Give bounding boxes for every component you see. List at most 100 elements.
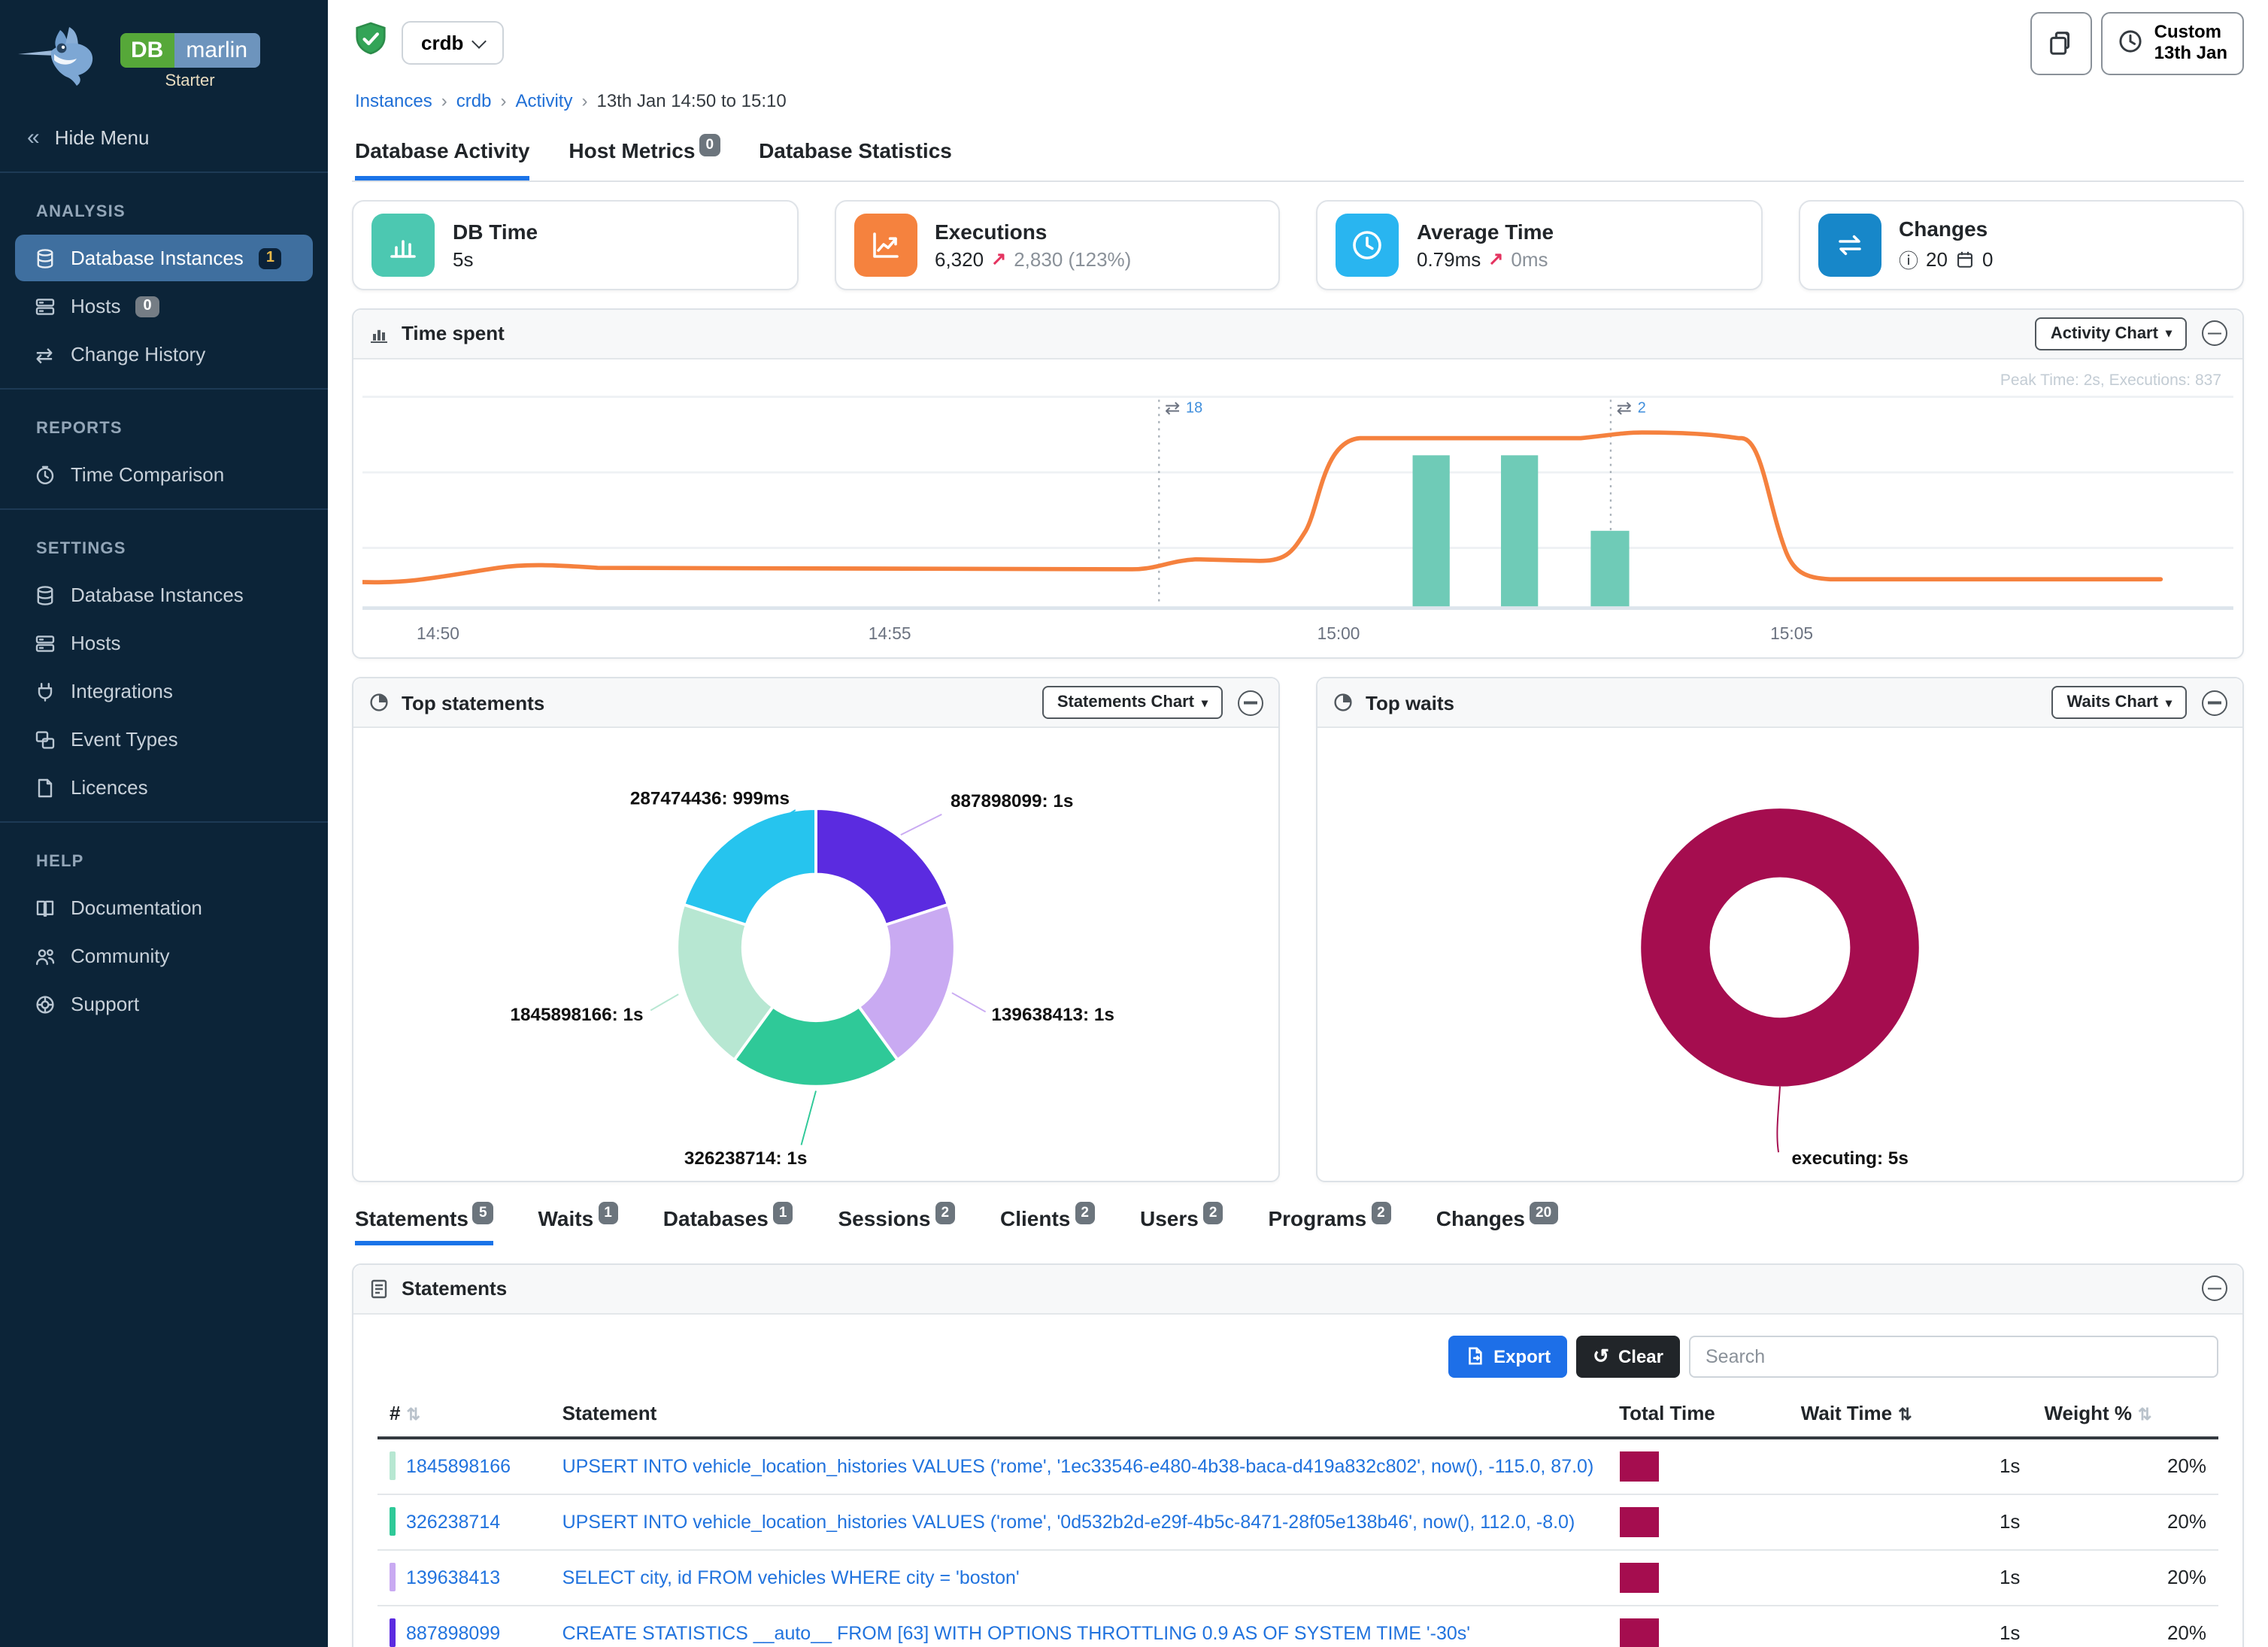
sidebar-section-analysis: ANALYSIS Database Instances 1 Hosts 0 ⇄ … — [0, 176, 328, 385]
sidebar-item-documentation[interactable]: Documentation — [15, 884, 313, 931]
card-title: Executions — [935, 219, 1131, 243]
statement-sql-link[interactable]: SELECT city, id FROM vehicles WHERE city… — [562, 1568, 1020, 1589]
breadcrumb-instances[interactable]: Instances — [355, 89, 432, 111]
collapse-panel-button[interactable] — [1238, 690, 1263, 715]
tab-users[interactable]: Users2 — [1140, 1206, 1223, 1245]
count-badge: 2 — [1075, 1202, 1095, 1224]
line-chart-icon — [854, 213, 917, 276]
executions-bar[interactable] — [1413, 455, 1450, 606]
count-badge: 2 — [935, 1202, 955, 1224]
waits-chart-selector[interactable]: Waits Chart ▾ — [2052, 686, 2187, 719]
sidebar-item-licences[interactable]: Licences — [15, 764, 313, 811]
sidebar-item-label: Database Instances — [71, 247, 244, 269]
sidebar-item-integrations[interactable]: Integrations — [15, 668, 313, 714]
statements-table: #⇅ Statement Total Time Wait Time⇅ Weigh… — [377, 1393, 2218, 1647]
statement-sql-link[interactable]: UPSERT INTO vehicle_location_histories V… — [562, 1512, 1575, 1533]
tab-statements[interactable]: Statements5 — [355, 1206, 493, 1245]
sidebar-item-label: Hosts — [71, 295, 120, 317]
collapse-panel-button[interactable] — [2202, 1276, 2227, 1302]
tab-database-statistics[interactable]: Database Statistics — [759, 129, 952, 180]
statement-sql-link[interactable]: CREATE STATISTICS __auto__ FROM [63] WIT… — [562, 1624, 1471, 1645]
statement-id-link[interactable]: 887898099 — [406, 1623, 500, 1644]
info-icon: ⓘ — [1899, 244, 1918, 273]
sidebar-item-label: Integrations — [71, 680, 173, 702]
sidebar-item-change-history[interactable]: ⇄ Change History — [15, 331, 313, 378]
wait-time-value: 1s — [1789, 1606, 2033, 1647]
breadcrumb-separator: › — [500, 89, 506, 111]
sidebar-item-time-comparison[interactable]: Time Comparison — [15, 451, 313, 498]
collapse-panel-button[interactable] — [2202, 690, 2227, 715]
sidebar-item-event-types[interactable]: Event Types — [15, 716, 313, 763]
column-header-statement[interactable]: Statement — [550, 1393, 1608, 1438]
sidebar-item-support[interactable]: Support — [15, 981, 313, 1027]
time-range-button[interactable]: Custom 13th Jan — [2102, 12, 2244, 74]
statements-chart-selector[interactable]: Statements Chart ▾ — [1042, 686, 1223, 719]
weight-value: 20% — [2032, 1550, 2218, 1606]
tab-databases[interactable]: Databases1 — [663, 1206, 793, 1245]
card-delta: 2,830 (123%) — [1014, 247, 1131, 270]
tab-sessions[interactable]: Sessions2 — [838, 1206, 955, 1245]
total-time-bar — [1619, 1618, 1658, 1647]
statements-donut-svg[interactable]: 287474436: 999ms 887898099: 1s 139638413… — [362, 731, 1269, 1170]
activity-chart-selector[interactable]: Activity Chart ▾ — [2036, 317, 2187, 350]
logo-marlin: marlin — [174, 33, 259, 68]
donut-slice-887898099[interactable] — [816, 808, 948, 925]
logo-db: DB — [120, 33, 174, 68]
svg-text:⇄2: ⇄2 — [1616, 398, 1645, 418]
column-header-wait-time[interactable]: Wait Time⇅ — [1789, 1393, 2033, 1438]
activity-chart-svg[interactable]: ⇄18 ⇄2 14:50 14:55 15:00 15:05 — [362, 365, 2233, 650]
hide-menu-button[interactable]: « Hide Menu — [0, 107, 328, 168]
donut-row: Top statements Statements Chart ▾ — [352, 677, 2244, 1182]
table-row: 326238714 UPSERT INTO vehicle_location_h… — [377, 1494, 2218, 1550]
tab-clients[interactable]: Clients2 — [1000, 1206, 1095, 1245]
panel-title: Statements — [402, 1278, 507, 1300]
search-input[interactable] — [1689, 1336, 2218, 1378]
donut-slice-287474436[interactable] — [684, 808, 816, 925]
time-spent-panel: Time spent Activity Chart ▾ Peak Time: 2… — [352, 308, 2244, 659]
sidebar-item-hosts[interactable]: Hosts 0 — [15, 283, 313, 329]
tab-programs[interactable]: Programs2 — [1268, 1206, 1390, 1245]
sidebar-item-settings-hosts[interactable]: Hosts — [15, 620, 313, 666]
statement-id-link[interactable]: 326238714 — [406, 1512, 500, 1533]
tab-host-metrics[interactable]: Host Metrics0 — [569, 129, 720, 180]
statement-sql-link[interactable]: UPSERT INTO vehicle_location_histories V… — [562, 1457, 1594, 1478]
statement-color-bar — [390, 1619, 396, 1647]
instance-selector[interactable]: crdb — [402, 22, 504, 65]
export-button[interactable]: Export — [1448, 1336, 1567, 1378]
sidebar-item-label: Community — [71, 945, 170, 967]
executions-bar[interactable] — [1590, 530, 1629, 605]
top-statements-chart: 287474436: 999ms 887898099: 1s 139638413… — [353, 728, 1278, 1181]
copy-link-button[interactable] — [2031, 12, 2093, 74]
sidebar-item-community[interactable]: Community — [15, 933, 313, 979]
sidebar-item-label: Hosts — [71, 632, 120, 654]
statements-header: Statements — [353, 1265, 2242, 1315]
event-icon — [33, 728, 56, 751]
clear-button[interactable]: ↺ Clear — [1576, 1336, 1680, 1378]
column-header-weight[interactable]: Weight %⇅ — [2032, 1393, 2218, 1438]
count-badge: 20 — [1530, 1202, 1557, 1224]
breadcrumb-crdb[interactable]: crdb — [456, 89, 492, 111]
waits-donut-svg[interactable]: executing: 5s — [1327, 731, 2233, 1170]
sidebar-item-database-instances[interactable]: Database Instances 1 — [15, 235, 313, 281]
main-area: crdb Custom 13th Jan — [328, 0, 2268, 1647]
total-time-bar — [1619, 1451, 1658, 1482]
sidebar-section-help: HELP Documentation Community Support — [0, 826, 328, 1035]
column-header-total-time[interactable]: Total Time — [1607, 1393, 1789, 1438]
column-header-num[interactable]: #⇅ — [377, 1393, 550, 1438]
statement-id-link[interactable]: 1845898166 — [406, 1456, 511, 1477]
tab-waits[interactable]: Waits1 — [538, 1206, 618, 1245]
breadcrumb-activity[interactable]: Activity — [515, 89, 572, 111]
donut-slice-executing[interactable] — [1675, 843, 1884, 1052]
caret-down-icon: ▾ — [1202, 696, 1208, 709]
tab-changes[interactable]: Changes20 — [1436, 1206, 1557, 1245]
sidebar-item-settings-database-instances[interactable]: Database Instances — [15, 572, 313, 618]
sort-icon: ⇅ — [406, 1406, 420, 1424]
collapse-panel-button[interactable] — [2202, 320, 2227, 346]
tab-database-activity[interactable]: Database Activity — [355, 129, 529, 180]
total-time-bar — [1619, 1507, 1658, 1537]
table-row: 887898099 CREATE STATISTICS __auto__ FRO… — [377, 1606, 2218, 1647]
statement-id-link[interactable]: 139638413 — [406, 1567, 500, 1588]
count-badge: 1 — [598, 1202, 618, 1224]
executions-bar[interactable] — [1501, 455, 1538, 606]
top-statements-header: Top statements Statements Chart ▾ — [353, 678, 1278, 728]
